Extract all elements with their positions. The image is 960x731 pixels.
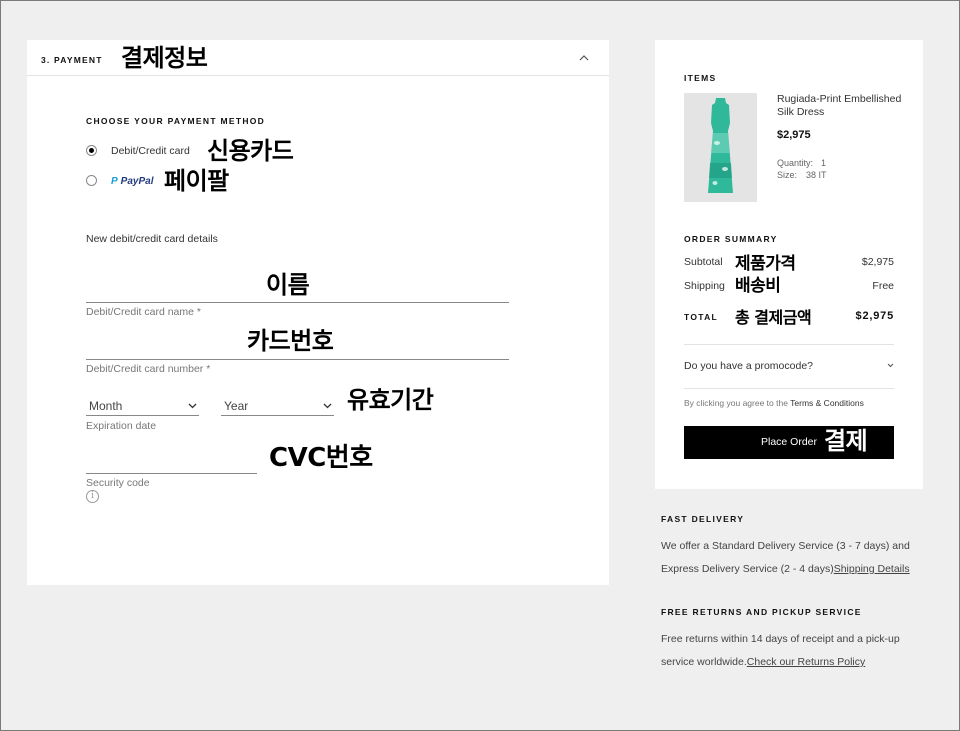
dress-image xyxy=(684,93,757,202)
shipping-label: Shipping xyxy=(684,280,725,292)
year-select-value: Year xyxy=(224,399,249,413)
month-select[interactable]: Month xyxy=(86,394,199,416)
divider xyxy=(684,388,894,389)
card-name-input[interactable] xyxy=(86,302,509,303)
terms-text: By clicking you agree to the Terms & Con… xyxy=(684,398,864,408)
fast-delivery-text: We offer a Standard Delivery Service (3 … xyxy=(661,535,921,581)
quantity-value: 1 xyxy=(821,158,827,168)
year-select[interactable]: Year xyxy=(221,394,334,416)
paypal-p-icon: P xyxy=(111,176,118,187)
paypal-label: PayPal xyxy=(120,176,154,187)
chevron-down-icon xyxy=(323,403,332,409)
total-value: $2,975 xyxy=(855,310,894,322)
payment-section-header[interactable]: 3. PAYMENT xyxy=(27,40,609,76)
info-icon[interactable]: i xyxy=(86,490,99,503)
product-price: $2,975 xyxy=(777,129,811,141)
size-label: Size: xyxy=(777,170,798,180)
annotation-shipping-fee: 배송비 xyxy=(735,276,781,296)
annotation-card-number: 카드번호 xyxy=(247,327,334,355)
annotation-cvc: CVC번호 xyxy=(269,443,373,473)
chevron-down-icon xyxy=(188,403,197,409)
radio-paypal[interactable] xyxy=(86,175,97,186)
chevron-up-icon[interactable] xyxy=(579,54,589,62)
items-label: ITEMS xyxy=(684,73,717,83)
radio-debit-credit-card[interactable] xyxy=(86,145,97,156)
card-number-input[interactable] xyxy=(86,359,509,360)
annotation-product-price: 제품가격 xyxy=(735,254,796,274)
total-label: TOTAL xyxy=(684,312,719,322)
annotation-credit-card: 신용카드 xyxy=(207,137,294,165)
payment-panel: 3. PAYMENT CHOOSE YOUR PAYMENT METHOD De… xyxy=(27,40,609,585)
paypal-logo: P PayPal xyxy=(111,176,153,187)
security-code-caption: Security code xyxy=(86,477,150,489)
free-returns-text: Free returns within 14 days of receipt a… xyxy=(661,628,921,674)
card-details-title: New debit/credit card details xyxy=(86,233,218,245)
shipping-details-link[interactable]: Shipping Details xyxy=(834,563,910,575)
annotation-name: 이름 xyxy=(266,271,310,299)
subtotal-label: Subtotal xyxy=(684,256,723,268)
quantity-label: Quantity: xyxy=(777,158,814,168)
returns-policy-link[interactable]: Check our Returns Policy xyxy=(747,656,865,668)
place-order-label: Place Order xyxy=(761,436,818,448)
security-code-input[interactable] xyxy=(86,473,257,474)
terms-conditions-link[interactable]: Terms & Conditions xyxy=(790,398,864,408)
subtotal-value: $2,975 xyxy=(861,256,894,268)
shipping-value: Free xyxy=(872,280,894,292)
annotation-expiry: 유효기간 xyxy=(347,386,434,414)
product-image[interactable] xyxy=(684,93,757,202)
size-value: 38 IT xyxy=(806,170,827,180)
payment-section-title: 3. PAYMENT xyxy=(41,55,103,65)
card-name-caption: Debit/Credit card name * xyxy=(86,306,201,318)
terms-prefix: By clicking you agree to the xyxy=(684,398,791,408)
divider xyxy=(684,344,894,345)
promocode-toggle[interactable]: Do you have a promocode? xyxy=(684,360,813,372)
annotation-payment-info: 결제정보 xyxy=(121,44,208,72)
annotation-checkout: 결제 xyxy=(824,427,868,455)
month-select-value: Month xyxy=(89,399,123,413)
choose-payment-method-label: CHOOSE YOUR PAYMENT METHOD xyxy=(86,116,266,126)
card-number-caption: Debit/Credit card number * xyxy=(86,363,211,375)
free-returns-title: FREE RETURNS AND PICKUP SERVICE xyxy=(661,607,862,617)
fast-delivery-title: FAST DELIVERY xyxy=(661,514,745,524)
annotation-paypal: 페이팔 xyxy=(164,167,229,195)
product-quantity: Quantity: 1 xyxy=(777,158,826,168)
chevron-down-icon[interactable] xyxy=(887,363,894,368)
annotation-total-payment: 총 결제금액 xyxy=(735,308,812,327)
product-name[interactable]: Rugiada-Print Embellished Silk Dress xyxy=(777,93,907,119)
expiration-date-caption: Expiration date xyxy=(86,420,157,432)
product-size: Size: 38 IT xyxy=(777,170,827,180)
debit-credit-card-label: Debit/Credit card xyxy=(111,145,190,157)
order-summary-label: ORDER SUMMARY xyxy=(684,234,778,244)
